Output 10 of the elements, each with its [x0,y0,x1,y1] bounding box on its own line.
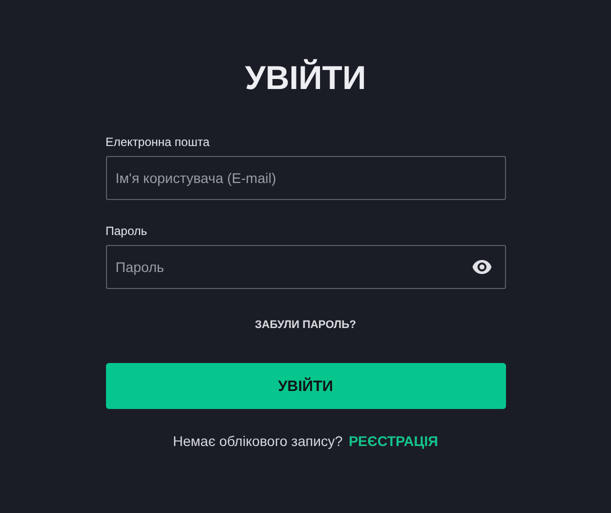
email-field[interactable]: Ім'я користувача (E-mail) [106,156,506,200]
field-label: Пароль [106,223,148,239]
eye-icon[interactable] [472,260,492,274]
login-button[interactable]: УВІЙТИ [106,363,506,409]
forgot-password-link[interactable]: ЗАБУЛИ ПАРОЛЬ? [254,317,356,333]
password-field[interactable]: Пароль [106,245,506,289]
register-link[interactable]: РЕЄСТРАЦІЯ [348,432,438,450]
page-title: УВІЙТИ [244,58,366,98]
field-label: Електронна пошта [106,134,210,150]
signup-prompt: Немає облікового запису? [172,432,343,450]
